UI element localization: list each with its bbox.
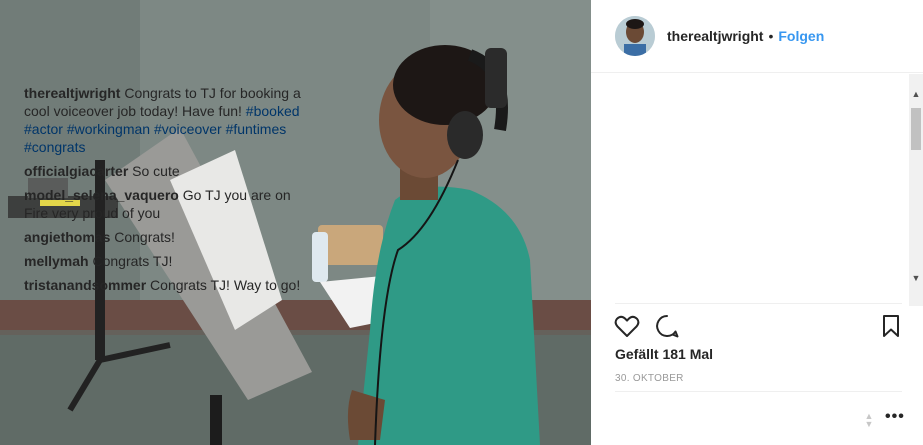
comment-username[interactable]: tristanandsommer (24, 277, 146, 293)
comment-text: Congrats! (114, 229, 175, 245)
comment-item: model_selena_vaquero Go TJ you are on Fi… (24, 186, 314, 222)
comment-item: mellymah Congrats TJ! (24, 252, 314, 270)
hashtag-link[interactable]: #congrats (24, 139, 85, 155)
scroll-up-arrow-icon[interactable]: ▲ (909, 86, 923, 102)
hashtag-link[interactable]: #actor (24, 121, 63, 137)
comment-username[interactable]: model_selena_vaquero (24, 187, 179, 203)
post-date: 30. OKTOBER (615, 373, 684, 384)
follow-button[interactable]: Folgen (778, 28, 824, 44)
instagram-post: therealtjwright • Folgen therealtjwright… (0, 0, 923, 445)
hashtag-link[interactable]: #funtimes (226, 121, 287, 137)
comment-text: So cute (132, 163, 180, 179)
more-options-button[interactable]: ••• (885, 408, 905, 428)
scrollbar-thumb[interactable] (911, 108, 921, 150)
add-comment-bar: ▲ ▼ ••• (615, 392, 905, 445)
caption: therealtjwright Congrats to TJ for booki… (24, 84, 314, 156)
resize-handle-icon: ▲ ▼ (864, 411, 874, 429)
header-separator: • (768, 28, 774, 44)
hashtag-link[interactable]: #voiceover (154, 121, 222, 137)
profile-photo (615, 16, 655, 56)
comment-text: Congrats TJ! Way to go! (150, 277, 301, 293)
heart-icon[interactable] (613, 312, 641, 340)
post-header: therealtjwright • Folgen (591, 0, 923, 73)
header-username[interactable]: therealtjwright (667, 28, 763, 44)
comment-list[interactable]: therealtjwright Congrats to TJ for booki… (24, 84, 314, 302)
action-bar (613, 312, 905, 340)
divider (615, 303, 902, 304)
comment-scrollbar[interactable]: ▲ ▼ (909, 74, 923, 306)
bookmark-icon[interactable] (877, 312, 905, 340)
comment-username[interactable]: angiethomas (24, 229, 110, 245)
comment-item: tristanandsommer Congrats TJ! Way to go! (24, 276, 314, 294)
comment-bubble-icon[interactable] (653, 312, 681, 340)
scroll-down-arrow-icon[interactable]: ▼ (909, 270, 923, 286)
comment-username[interactable]: mellymah (24, 253, 89, 269)
avatar[interactable] (615, 16, 655, 56)
comment-text: Congrats TJ! (92, 253, 173, 269)
like-count[interactable]: Gefällt 181 Mal (615, 346, 713, 362)
hashtag-link[interactable]: #booked (246, 103, 300, 119)
comment-item: angiethomas Congrats! (24, 228, 314, 246)
comment-username[interactable]: therealtjwright (24, 85, 120, 101)
comment-item: officialgiacarter So cute (24, 162, 314, 180)
hashtag-link[interactable]: #workingman (67, 121, 150, 137)
comment-username[interactable]: officialgiacarter (24, 163, 128, 179)
